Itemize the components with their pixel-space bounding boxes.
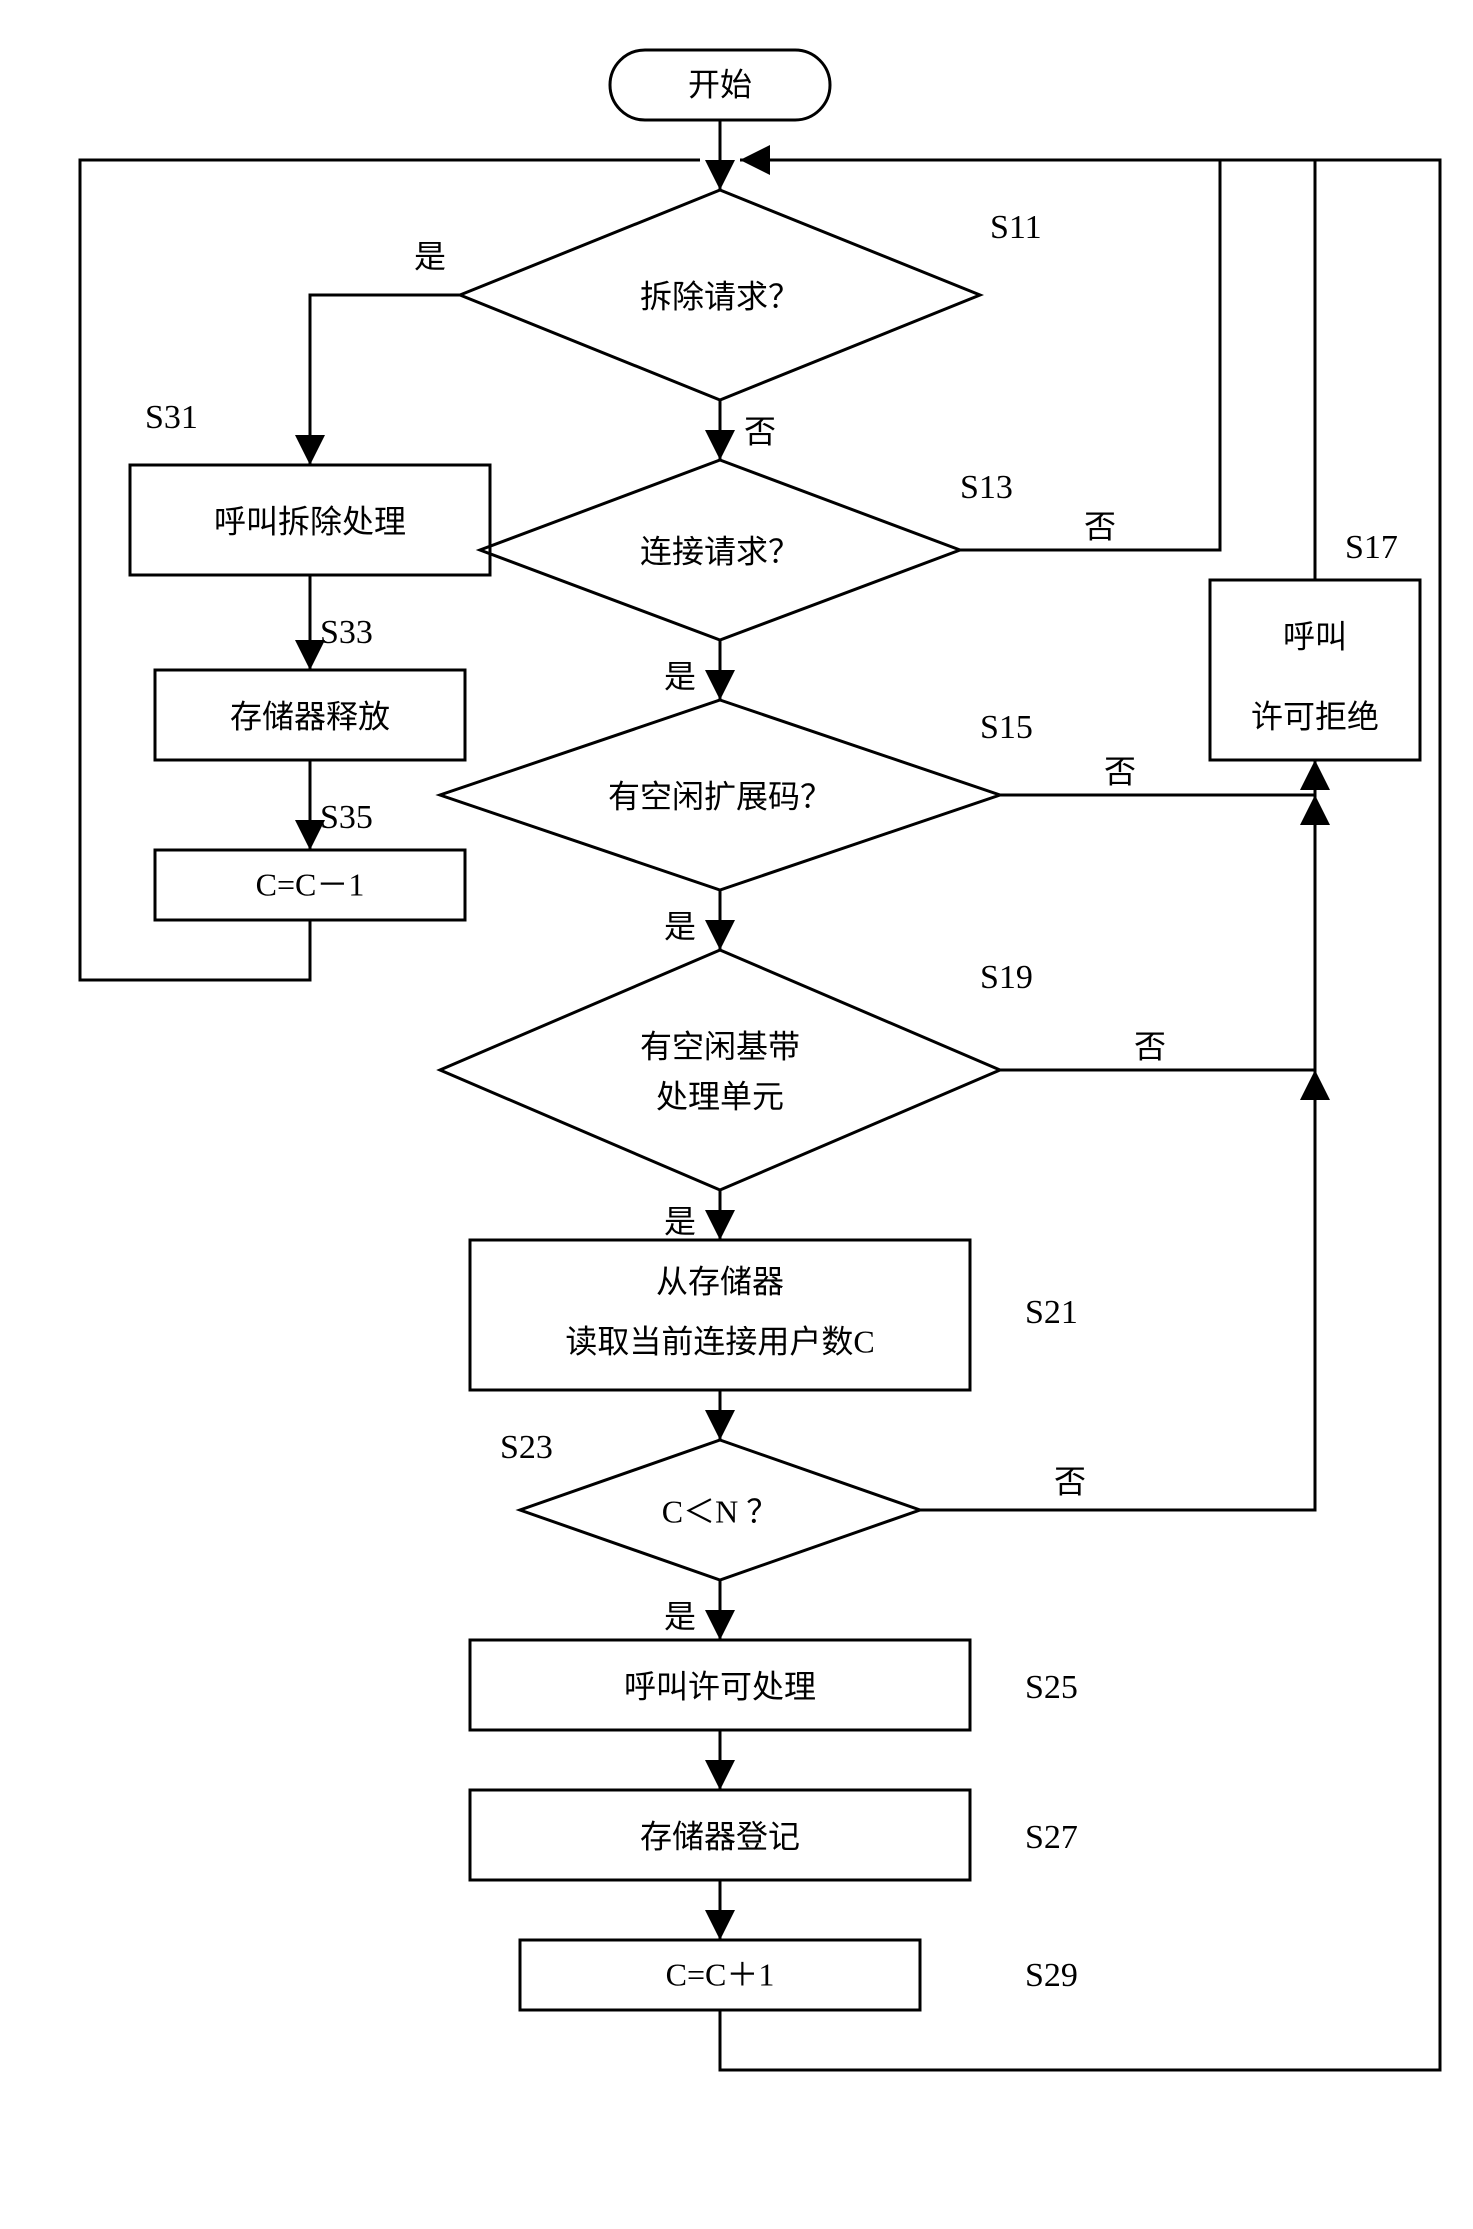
s17-line2: 许可拒绝 <box>1251 698 1379 734</box>
s27-label: S27 <box>1025 1819 1078 1856</box>
s13-no: 否 <box>1084 508 1116 544</box>
decision-s11: 拆除请求？ S11 <box>460 190 1042 400</box>
s35-text: C=C－1 <box>256 866 365 902</box>
s19-line1: 有空闲基带 <box>640 1028 800 1064</box>
s27-text: 存储器登记 <box>640 1818 800 1854</box>
s15-yes: 是 <box>664 908 696 944</box>
s23-text: C＜N ？ <box>662 1493 778 1529</box>
decision-s23: C＜N ？ S23 <box>500 1429 920 1580</box>
s19-no: 否 <box>1134 1028 1166 1064</box>
decision-s15: 有空闲扩展码？ S15 <box>440 700 1033 890</box>
process-s25: 呼叫许可处理 S25 <box>470 1640 1078 1730</box>
s31-label: S31 <box>145 399 198 436</box>
s11-no: 否 <box>744 413 776 449</box>
process-s33: 存储器释放 <box>155 670 465 760</box>
s21-line1: 从存储器 <box>656 1263 784 1299</box>
decision-s13: 连接请求？ S13 <box>480 460 1013 640</box>
s21-label: S21 <box>1025 1294 1078 1331</box>
s13-yes: 是 <box>664 658 696 694</box>
s35-label: S35 <box>320 799 373 836</box>
s13-label: S13 <box>960 469 1013 506</box>
s15-label: S15 <box>980 709 1033 746</box>
decision-s19: 有空闲基带 处理单元 S19 <box>440 950 1033 1190</box>
start-label: 开始 <box>688 66 752 102</box>
process-s35: C=C－1 <box>155 850 465 920</box>
s11-text: 拆除请求？ <box>640 278 800 314</box>
process-s27: 存储器登记 S27 <box>470 1790 1078 1880</box>
s19-label: S19 <box>980 959 1033 996</box>
s11-yes: 是 <box>414 238 446 274</box>
start-node: 开始 <box>610 50 830 120</box>
s25-label: S25 <box>1025 1669 1078 1706</box>
s33-text: 存储器释放 <box>230 698 390 734</box>
s31-text: 呼叫拆除处理 <box>214 503 406 539</box>
s29-text: C=C＋1 <box>666 1956 775 1992</box>
s19-yes: 是 <box>664 1203 696 1239</box>
s11-label: S11 <box>990 209 1042 246</box>
flowchart: 开始 拆除请求？ S11 是 S31 否 连接请求？ S13 否 是 有空闲扩展… <box>20 20 1473 2209</box>
s15-no: 否 <box>1104 753 1136 789</box>
s29-label: S29 <box>1025 1957 1078 1994</box>
process-s31: 呼叫拆除处理 <box>130 465 490 575</box>
process-s21: 从存储器 读取当前连接用户数C S21 <box>470 1240 1078 1390</box>
s13-text: 连接请求？ <box>640 533 800 569</box>
s33-label: S33 <box>320 614 373 651</box>
s23-label: S23 <box>500 1429 553 1466</box>
s19-line2: 处理单元 <box>656 1078 784 1114</box>
s17-label: S17 <box>1345 529 1398 566</box>
s21-line2: 读取当前连接用户数C <box>565 1323 874 1359</box>
process-s29: C=C＋1 S29 <box>520 1940 1078 2010</box>
s25-text: 呼叫许可处理 <box>624 1668 816 1704</box>
s15-text: 有空闲扩展码？ <box>608 778 832 814</box>
s17-line1: 呼叫 <box>1283 618 1347 654</box>
s23-no: 否 <box>1054 1463 1086 1499</box>
s23-yes: 是 <box>664 1598 696 1634</box>
